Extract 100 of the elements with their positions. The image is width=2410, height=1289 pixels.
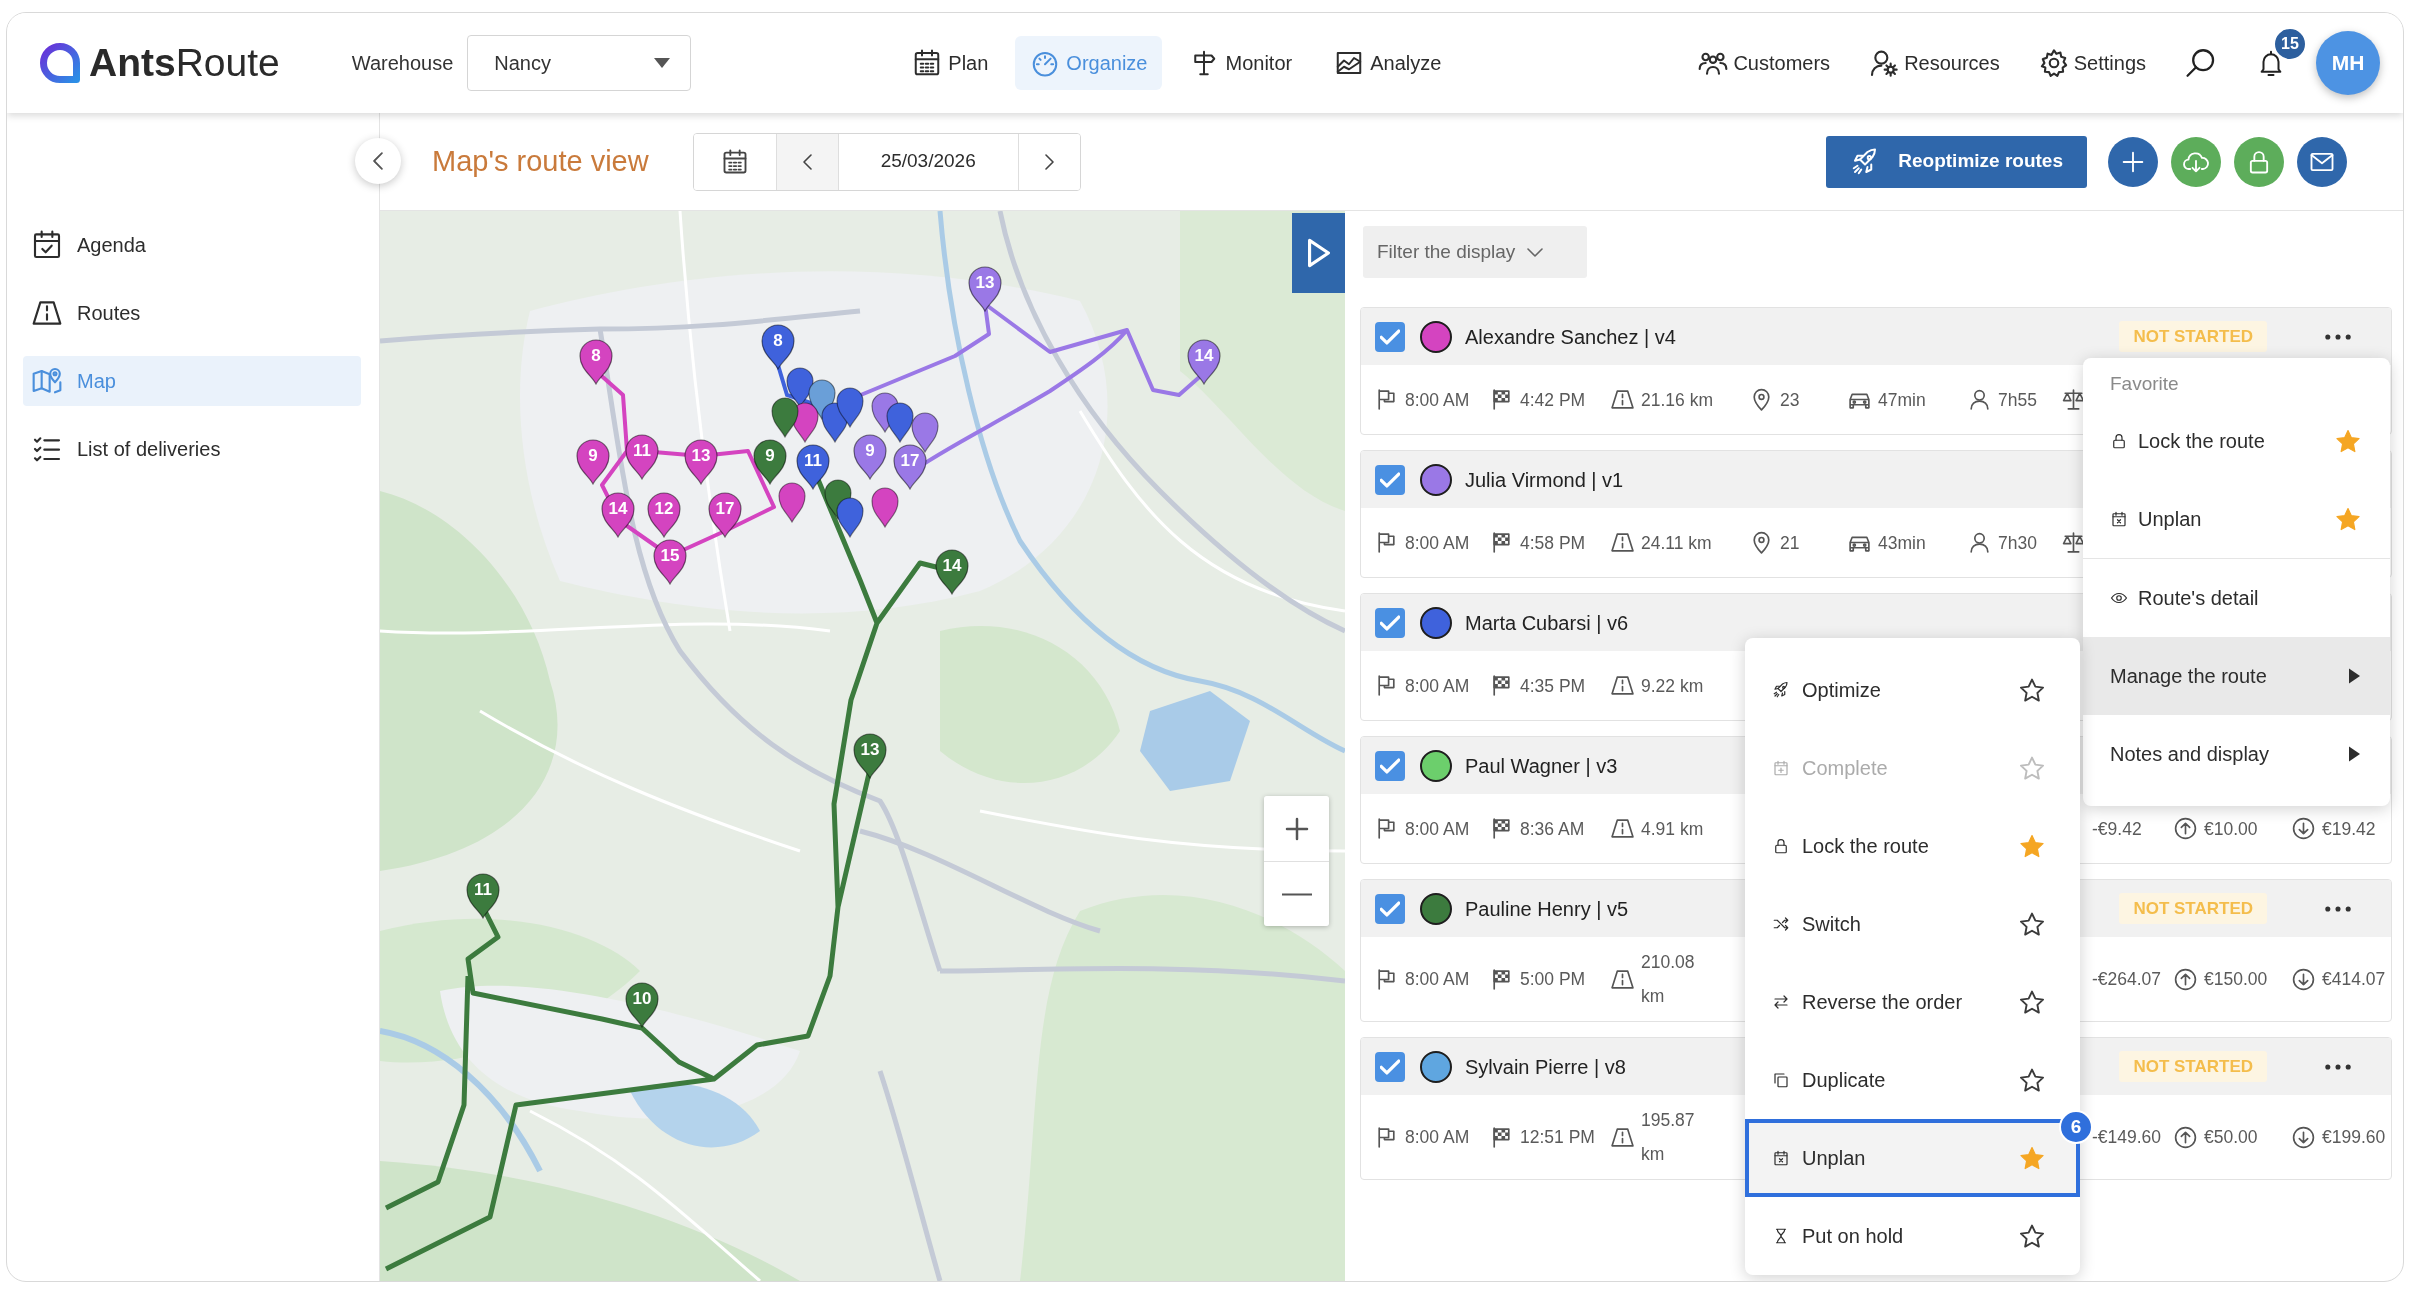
sidebar-item[interactable]: Agenda	[23, 220, 361, 270]
star-icon[interactable]	[2020, 912, 2044, 936]
sidebar-item[interactable]: List of deliveries	[23, 424, 361, 474]
end-time: 4:42 PM	[1520, 388, 1586, 412]
menu-item[interactable]: Lock the route	[2083, 402, 2390, 480]
menu-item[interactable]: Lock the route	[1745, 807, 2080, 885]
map-pin[interactable]: 17	[893, 444, 927, 490]
star-icon[interactable]	[2020, 990, 2044, 1014]
menu-item[interactable]: Reverse the order	[1745, 963, 2080, 1041]
map-pin[interactable]: 17	[708, 492, 742, 538]
stop-count: 23	[1780, 388, 1800, 412]
star-icon[interactable]	[2020, 1146, 2044, 1170]
calendar-x-icon	[2110, 510, 2128, 528]
arrow-up-icon	[2173, 1124, 2198, 1150]
person-icon	[1967, 530, 1992, 555]
arrow-down-icon	[2291, 966, 2316, 992]
star-icon[interactable]	[2020, 1224, 2044, 1248]
lock-button[interactable]	[2234, 136, 2284, 187]
map-pin[interactable]: 12	[647, 492, 681, 538]
check-icon	[1380, 328, 1400, 345]
map-pin[interactable]: 9	[753, 439, 787, 485]
more-icon[interactable]	[2325, 1063, 2351, 1070]
checkbox[interactable]	[1375, 464, 1405, 495]
star-icon[interactable]	[2336, 507, 2360, 531]
star-icon[interactable]	[2020, 834, 2044, 858]
chevron-right-icon	[1044, 153, 1054, 170]
sidebar-item[interactable]: Map	[23, 356, 361, 406]
menu-item[interactable]: Optimize	[1745, 651, 2080, 729]
menu-item[interactable]: Manage the route	[2083, 637, 2390, 715]
scale-icon	[2061, 530, 2086, 555]
map-pin[interactable]: 8	[761, 324, 795, 370]
checkbox[interactable]	[1375, 893, 1405, 924]
start-time: 8:00 AM	[1405, 674, 1470, 698]
map-pin[interactable]: 9	[576, 439, 610, 485]
stop-count: 21	[1780, 531, 1800, 555]
check-icon	[1380, 471, 1400, 488]
menu-item[interactable]: Notes and display	[2083, 715, 2390, 793]
reoptimize-button[interactable]: Reoptimize routes	[1826, 135, 2087, 188]
map-pin[interactable]: 13	[853, 733, 887, 779]
map-pin[interactable]: 11	[625, 434, 659, 480]
map-pin[interactable]: 14	[935, 549, 969, 595]
nav-link[interactable]: Settings	[2037, 47, 2146, 79]
checkbox[interactable]	[1375, 607, 1405, 638]
sidebar-item[interactable]: Routes	[23, 288, 361, 338]
checkbox[interactable]	[1375, 750, 1405, 781]
scale-icon	[2061, 387, 2086, 412]
filter-dropdown[interactable]: Filter the display	[1363, 226, 1587, 278]
calendar-plus-icon	[1772, 759, 1790, 777]
menu-item[interactable]: Route's detail	[2083, 559, 2390, 637]
zoom-out-button[interactable]	[1264, 861, 1329, 926]
map-pin[interactable]: 11	[796, 444, 830, 490]
route-name: Pauline Henry | v5	[1465, 896, 1629, 922]
revenue-amount: €10.00	[2204, 817, 2258, 841]
drive-time: 43min	[1878, 531, 1926, 555]
nav-tab[interactable]: Organize	[1015, 36, 1163, 90]
logo-icon	[40, 43, 80, 83]
checkbox[interactable]	[1375, 1051, 1405, 1082]
map-pin[interactable]: 14	[601, 492, 635, 538]
avatar[interactable]: MH	[2316, 31, 2380, 95]
star-icon[interactable]	[2336, 429, 2360, 453]
download-button[interactable]	[2171, 136, 2221, 187]
menu-item[interactable]: Switch	[1745, 885, 2080, 963]
nav-link[interactable]: Resources	[1868, 47, 2000, 79]
calendar-check-icon	[31, 229, 63, 261]
star-icon[interactable]	[2020, 1068, 2044, 1092]
arrow-down-icon	[2291, 1124, 2316, 1150]
more-icon[interactable]	[2325, 905, 2351, 912]
work-time: 7h55	[1998, 388, 2037, 412]
collapse-button[interactable]	[355, 138, 401, 184]
road-icon	[1610, 673, 1635, 698]
map-pin[interactable]: 13	[684, 439, 718, 485]
map-pin[interactable]: 11	[466, 873, 500, 919]
menu-heading: Favorite	[2109, 372, 2180, 396]
logo[interactable]: AntsRoute	[89, 40, 280, 86]
email-button[interactable]	[2297, 136, 2347, 187]
road-icon	[1610, 387, 1635, 412]
nav-tab[interactable]: Monitor	[1174, 36, 1308, 90]
caret-right-icon	[2349, 668, 2360, 684]
start-time: 8:00 AM	[1405, 531, 1470, 555]
distance: 9.22 km	[1641, 674, 1704, 698]
more-icon[interactable]	[2325, 333, 2351, 340]
map-pin[interactable]: 14	[1187, 339, 1221, 385]
menu-item[interactable]: Put on hold	[1745, 1197, 2080, 1275]
map-pin[interactable]: 8	[579, 339, 613, 385]
zoom-in-button[interactable]	[1264, 796, 1329, 861]
map-pin[interactable]: 9	[853, 434, 887, 480]
nav-tab[interactable]: Analyze	[1319, 36, 1457, 90]
checkbox[interactable]	[1375, 321, 1405, 352]
add-button[interactable]	[2108, 136, 2158, 187]
arrow-up-icon	[2173, 966, 2198, 992]
map-pin[interactable]: 15	[653, 539, 687, 585]
nav-tab[interactable]: Plan	[897, 36, 1004, 90]
map-pin[interactable]: 10	[625, 982, 659, 1028]
menu-item[interactable]: Unplan	[2083, 480, 2390, 558]
star-icon[interactable]	[2020, 678, 2044, 702]
expand-map-button[interactable]	[1292, 213, 1345, 293]
nav-link[interactable]: Customers	[1697, 47, 1831, 79]
warehouse-select[interactable]: Nancy	[467, 35, 692, 91]
start-time: 8:00 AM	[1405, 388, 1470, 412]
map-pin[interactable]: 13	[968, 266, 1002, 312]
